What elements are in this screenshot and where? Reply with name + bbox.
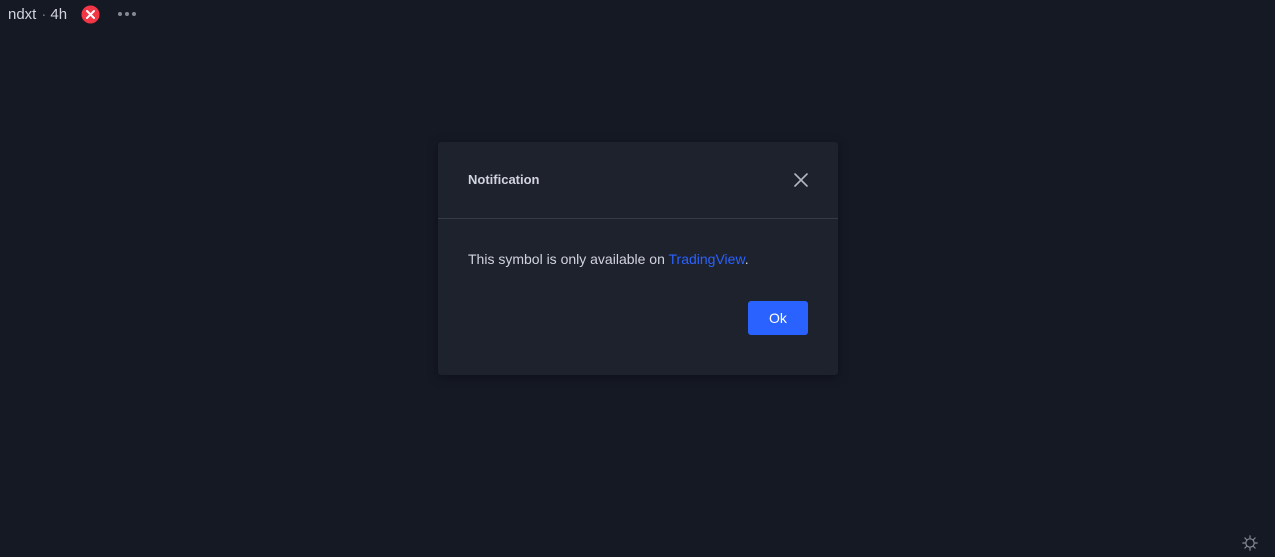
error-circle-icon[interactable]	[81, 5, 100, 24]
message-text: This symbol is only available on	[468, 251, 669, 267]
interval-label[interactable]: 4h	[50, 6, 67, 23]
dialog-title: Notification	[468, 172, 540, 187]
dialog-header: Notification	[438, 142, 838, 219]
notification-dialog: Notification This symbol is only availab…	[438, 142, 838, 375]
tradingview-link[interactable]: TradingView	[669, 251, 745, 267]
symbol-name[interactable]: ndxt	[8, 6, 36, 23]
ok-button[interactable]: Ok	[748, 301, 808, 335]
ellipsis-icon[interactable]	[116, 5, 138, 24]
message-period: .	[744, 251, 749, 267]
close-icon[interactable]	[791, 170, 811, 190]
legend-separator: ·	[41, 5, 47, 23]
gear-icon[interactable]	[1242, 535, 1258, 551]
chart-legend: ndxt · 4h	[8, 3, 138, 25]
dialog-message: This symbol is only available on Trading…	[468, 251, 749, 267]
